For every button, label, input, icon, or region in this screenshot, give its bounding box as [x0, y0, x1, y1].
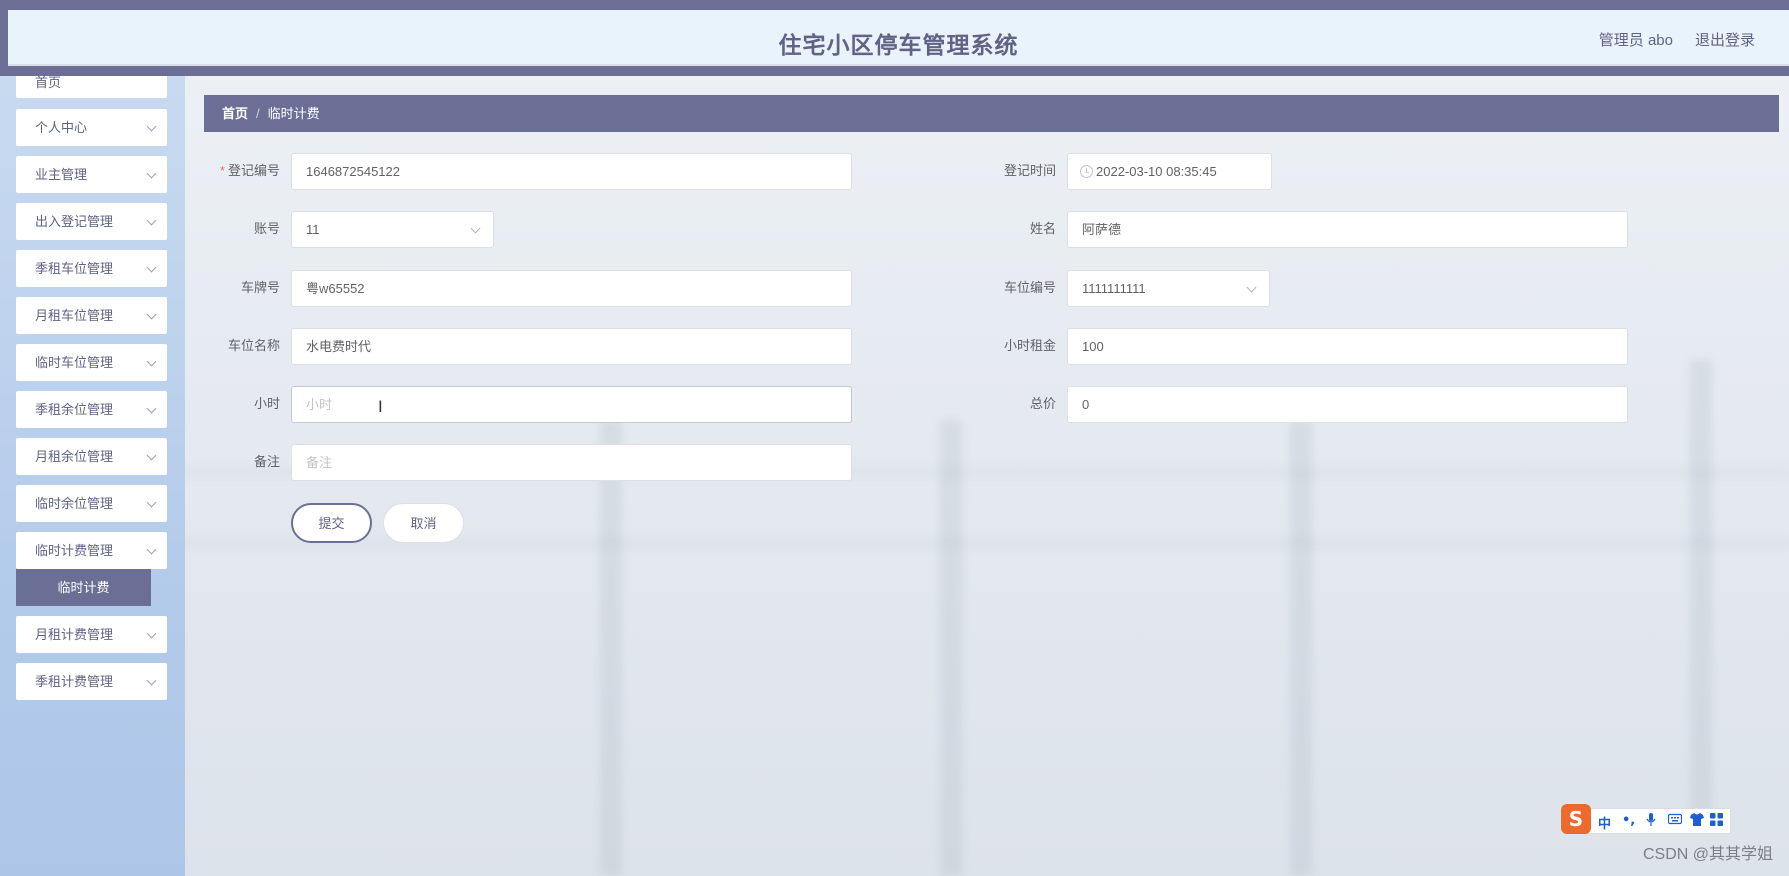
hours-input[interactable] [291, 386, 852, 423]
space-no-label: 车位编号 [1003, 280, 1056, 295]
chevron-down-icon [146, 309, 157, 320]
sidebar-item-monthly-billing[interactable]: 月租计费管理 [16, 616, 167, 653]
keyboard-icon[interactable] [1667, 813, 1683, 829]
hourly-rent-label: 小时租金 [1003, 338, 1056, 353]
background-post [1290, 420, 1312, 876]
ime-lang-toggle[interactable]: 中 [1598, 813, 1611, 832]
plate-label: 车牌号 [240, 280, 280, 295]
sidebar-item-label: 月租计费管理 [35, 627, 114, 642]
reg-no-field[interactable]: 1646872545122 [291, 153, 852, 190]
chevron-down-icon [146, 262, 157, 273]
sidebar-item-monthly-remaining[interactable]: 月租余位管理 [16, 438, 167, 475]
sidebar-item-quarterly-remaining[interactable]: 季租余位管理 [16, 391, 167, 428]
name-label: 姓名 [1029, 221, 1056, 236]
plate-field[interactable]: 粤w65552 [291, 270, 852, 307]
sidebar-item-label: 临时余位管理 [35, 496, 114, 511]
chevron-down-icon [146, 356, 157, 367]
chevron-down-icon [146, 628, 157, 639]
background-post [600, 420, 622, 876]
remark-input[interactable] [291, 444, 852, 481]
space-name-label: 车位名称 [227, 338, 280, 353]
sidebar-item-label: 月租余位管理 [35, 449, 114, 464]
top-header-inner: 住宅小区停车管理系统 管理员 abo 退出登录 [8, 10, 1789, 66]
sidebar-item-home[interactable]: 首页 [16, 76, 167, 98]
sidebar-item-label: 出入登记管理 [35, 214, 114, 229]
breadcrumb: 首页 / 临时计费 [204, 95, 1779, 132]
sidebar-item-label: 临时计费管理 [35, 543, 114, 558]
chevron-down-icon [146, 121, 157, 132]
sidebar-item-label: 月租车位管理 [35, 308, 114, 323]
sogou-logo-icon[interactable]: S [1561, 804, 1591, 834]
chevron-down-icon [146, 497, 157, 508]
chevron-down-icon [146, 215, 157, 226]
background-post [1690, 360, 1712, 816]
sidebar [0, 76, 185, 876]
sidebar-item-label: 季租车位管理 [35, 261, 114, 276]
space-no-value: 1111111111 [1082, 281, 1146, 296]
grid-apps-icon[interactable] [1710, 813, 1723, 830]
watermark: CSDN @其其学姐 [1642, 846, 1773, 863]
hours-label: 小时 [253, 396, 280, 411]
ime-punct-toggle[interactable]: •, [1622, 813, 1635, 828]
breadcrumb-separator: / [256, 106, 260, 121]
reg-no-label: * 登记编号 [204, 153, 280, 189]
breadcrumb-home[interactable]: 首页 [222, 106, 248, 121]
space-name-field[interactable]: 水电费时代 [291, 328, 852, 365]
remark-label: 备注 [253, 454, 280, 469]
reg-time-value: 2022-03-10 08:35:45 [1096, 164, 1217, 179]
reg-time-label: 登记时间 [1003, 163, 1056, 178]
cancel-button[interactable]: 取消 [383, 503, 464, 543]
sidebar-item-label: 个人中心 [35, 120, 88, 135]
admin-label: 管理员 abo [1598, 32, 1673, 49]
account-label: 账号 [253, 221, 280, 236]
logout-link[interactable]: 退出登录 [1695, 29, 1755, 50]
reg-time-field[interactable]: 2022-03-10 08:35:45 [1067, 153, 1272, 190]
reg-no-label-text: 登记编号 [227, 163, 280, 178]
chevron-down-icon [146, 450, 157, 461]
sidebar-item-quarterly-billing[interactable]: 季租计费管理 [16, 663, 167, 700]
text-cursor-icon: I [378, 397, 383, 416]
top-header: 住宅小区停车管理系统 管理员 abo 退出登录 [0, 0, 1789, 76]
name-field[interactable]: 阿萨德 [1067, 211, 1628, 248]
chevron-down-icon [470, 223, 481, 234]
chevron-down-icon [146, 675, 157, 686]
sidebar-item-label: 业主管理 [35, 167, 88, 182]
background-post [940, 420, 962, 876]
chevron-down-icon [146, 544, 157, 555]
chevron-down-icon [1246, 282, 1257, 293]
sidebar-item-personal-center[interactable]: 个人中心 [16, 109, 167, 146]
sidebar-subitem-temporary-billing[interactable]: 临时计费 [16, 569, 151, 606]
submit-button[interactable]: 提交 [291, 503, 372, 543]
clock-icon [1080, 165, 1093, 178]
sidebar-item-label: 临时车位管理 [35, 355, 114, 370]
account-value: 11 [306, 222, 320, 237]
sidebar-item-quarterly-space[interactable]: 季租车位管理 [16, 250, 167, 287]
sidebar-item-temporary-space[interactable]: 临时车位管理 [16, 344, 167, 381]
sidebar-item-monthly-space[interactable]: 月租车位管理 [16, 297, 167, 334]
sidebar-item-temporary-remaining[interactable]: 临时余位管理 [16, 485, 167, 522]
sidebar-item-label: 季租余位管理 [35, 402, 114, 417]
hourly-rent-field[interactable]: 100 [1067, 328, 1628, 365]
chevron-down-icon [146, 168, 157, 179]
sidebar-item-entry-registration[interactable]: 出入登记管理 [16, 203, 167, 240]
chevron-down-icon [146, 403, 157, 414]
space-no-select[interactable]: 1111111111 [1067, 270, 1270, 307]
sidebar-item-label: 季租计费管理 [35, 674, 114, 689]
sidebar-item-temporary-billing[interactable]: 临时计费管理 [16, 532, 167, 569]
total-label: 总价 [1029, 396, 1056, 411]
sidebar-item-label: 首页 [35, 76, 62, 90]
skin-shirt-icon[interactable] [1690, 813, 1704, 830]
account-select[interactable]: 11 [291, 211, 494, 248]
breadcrumb-current: 临时计费 [267, 106, 320, 121]
sidebar-item-owner-management[interactable]: 业主管理 [16, 156, 167, 193]
microphone-icon[interactable] [1646, 813, 1656, 831]
total-field[interactable]: 0 [1067, 386, 1628, 423]
required-mark: * [219, 163, 225, 178]
system-title: 住宅小区停车管理系统 [778, 33, 1019, 59]
